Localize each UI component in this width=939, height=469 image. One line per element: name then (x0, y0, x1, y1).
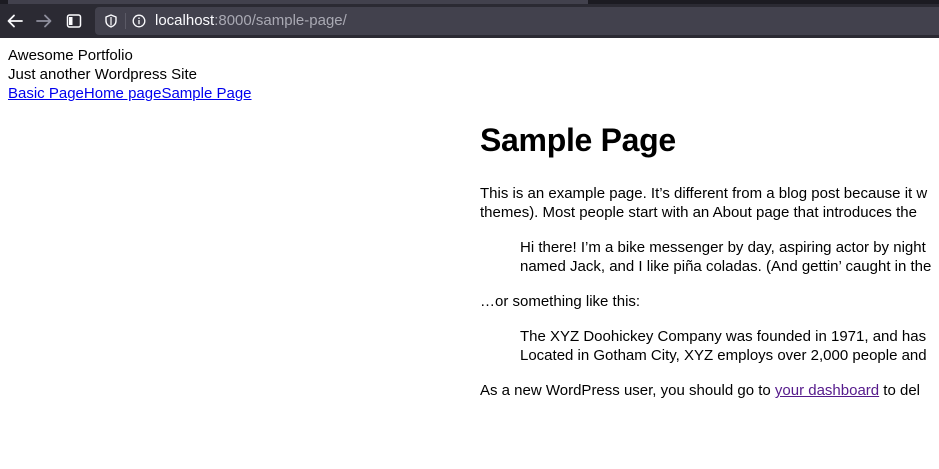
nav-link-basic-page[interactable]: Basic Page (8, 85, 84, 102)
closing-text-before: As a new WordPress user, you should go t… (480, 382, 775, 399)
site-navigation: Basic PageHome pageSample Page (8, 84, 252, 103)
quote1-line-1: Hi there! I’m a bike messenger by day, a… (520, 239, 926, 256)
site-title: Awesome Portfolio (8, 47, 133, 64)
nav-link-home-page[interactable]: Home page (84, 85, 162, 102)
page-title: Sample Page (480, 122, 676, 158)
site-description: Just another Wordpress Site (8, 66, 197, 83)
nav-link-sample-page[interactable]: Sample Page (161, 85, 251, 102)
url-text[interactable]: localhost:8000/sample-page/ (155, 12, 347, 30)
quote2-line-1: The XYZ Doohickey Company was founded in… (520, 328, 927, 345)
intro-line-2: themes). Most people start with an About… (480, 204, 917, 221)
quote2-line-2: Located in Gotham City, XYZ employs over… (520, 347, 927, 364)
url-bar[interactable]: localhost:8000/sample-page/ (95, 7, 939, 35)
arrow-right-icon (36, 14, 52, 28)
sidebar-toggle-button[interactable] (61, 8, 87, 34)
quote-doohickey-company: The XYZ Doohickey Company was founded in… (520, 327, 939, 365)
url-host: localhost (155, 12, 215, 29)
url-path: :8000/sample-page/ (214, 12, 347, 29)
sidebar-toggle-icon (66, 14, 82, 28)
back-button[interactable] (2, 8, 28, 34)
quote-bike-messenger: Hi there! I’m a bike messenger by day, a… (520, 238, 939, 276)
quote1-line-2: named Jack, and I like piña coladas. (An… (520, 258, 932, 275)
page-content: Sample Page This is an example page. It’… (480, 118, 939, 400)
arrow-left-icon (7, 14, 23, 28)
between-text: …or something like this: (480, 293, 641, 310)
site-header: Awesome Portfolio Just another Wordpress… (8, 46, 252, 103)
info-icon[interactable] (132, 14, 146, 28)
intro-paragraph: This is an example page. It’s different … (480, 184, 939, 222)
intro-line-1: This is an example page. It’s different … (480, 185, 928, 202)
closing-text-after: to del (879, 382, 921, 399)
dashboard-link[interactable]: your dashboard (775, 382, 879, 399)
shield-icon[interactable] (104, 14, 118, 28)
forward-button[interactable] (31, 8, 57, 34)
browser-toolbar: localhost:8000/sample-page/ (0, 4, 939, 38)
url-bar-separator (125, 13, 126, 29)
closing-paragraph: As a new WordPress user, you should go t… (480, 381, 939, 400)
